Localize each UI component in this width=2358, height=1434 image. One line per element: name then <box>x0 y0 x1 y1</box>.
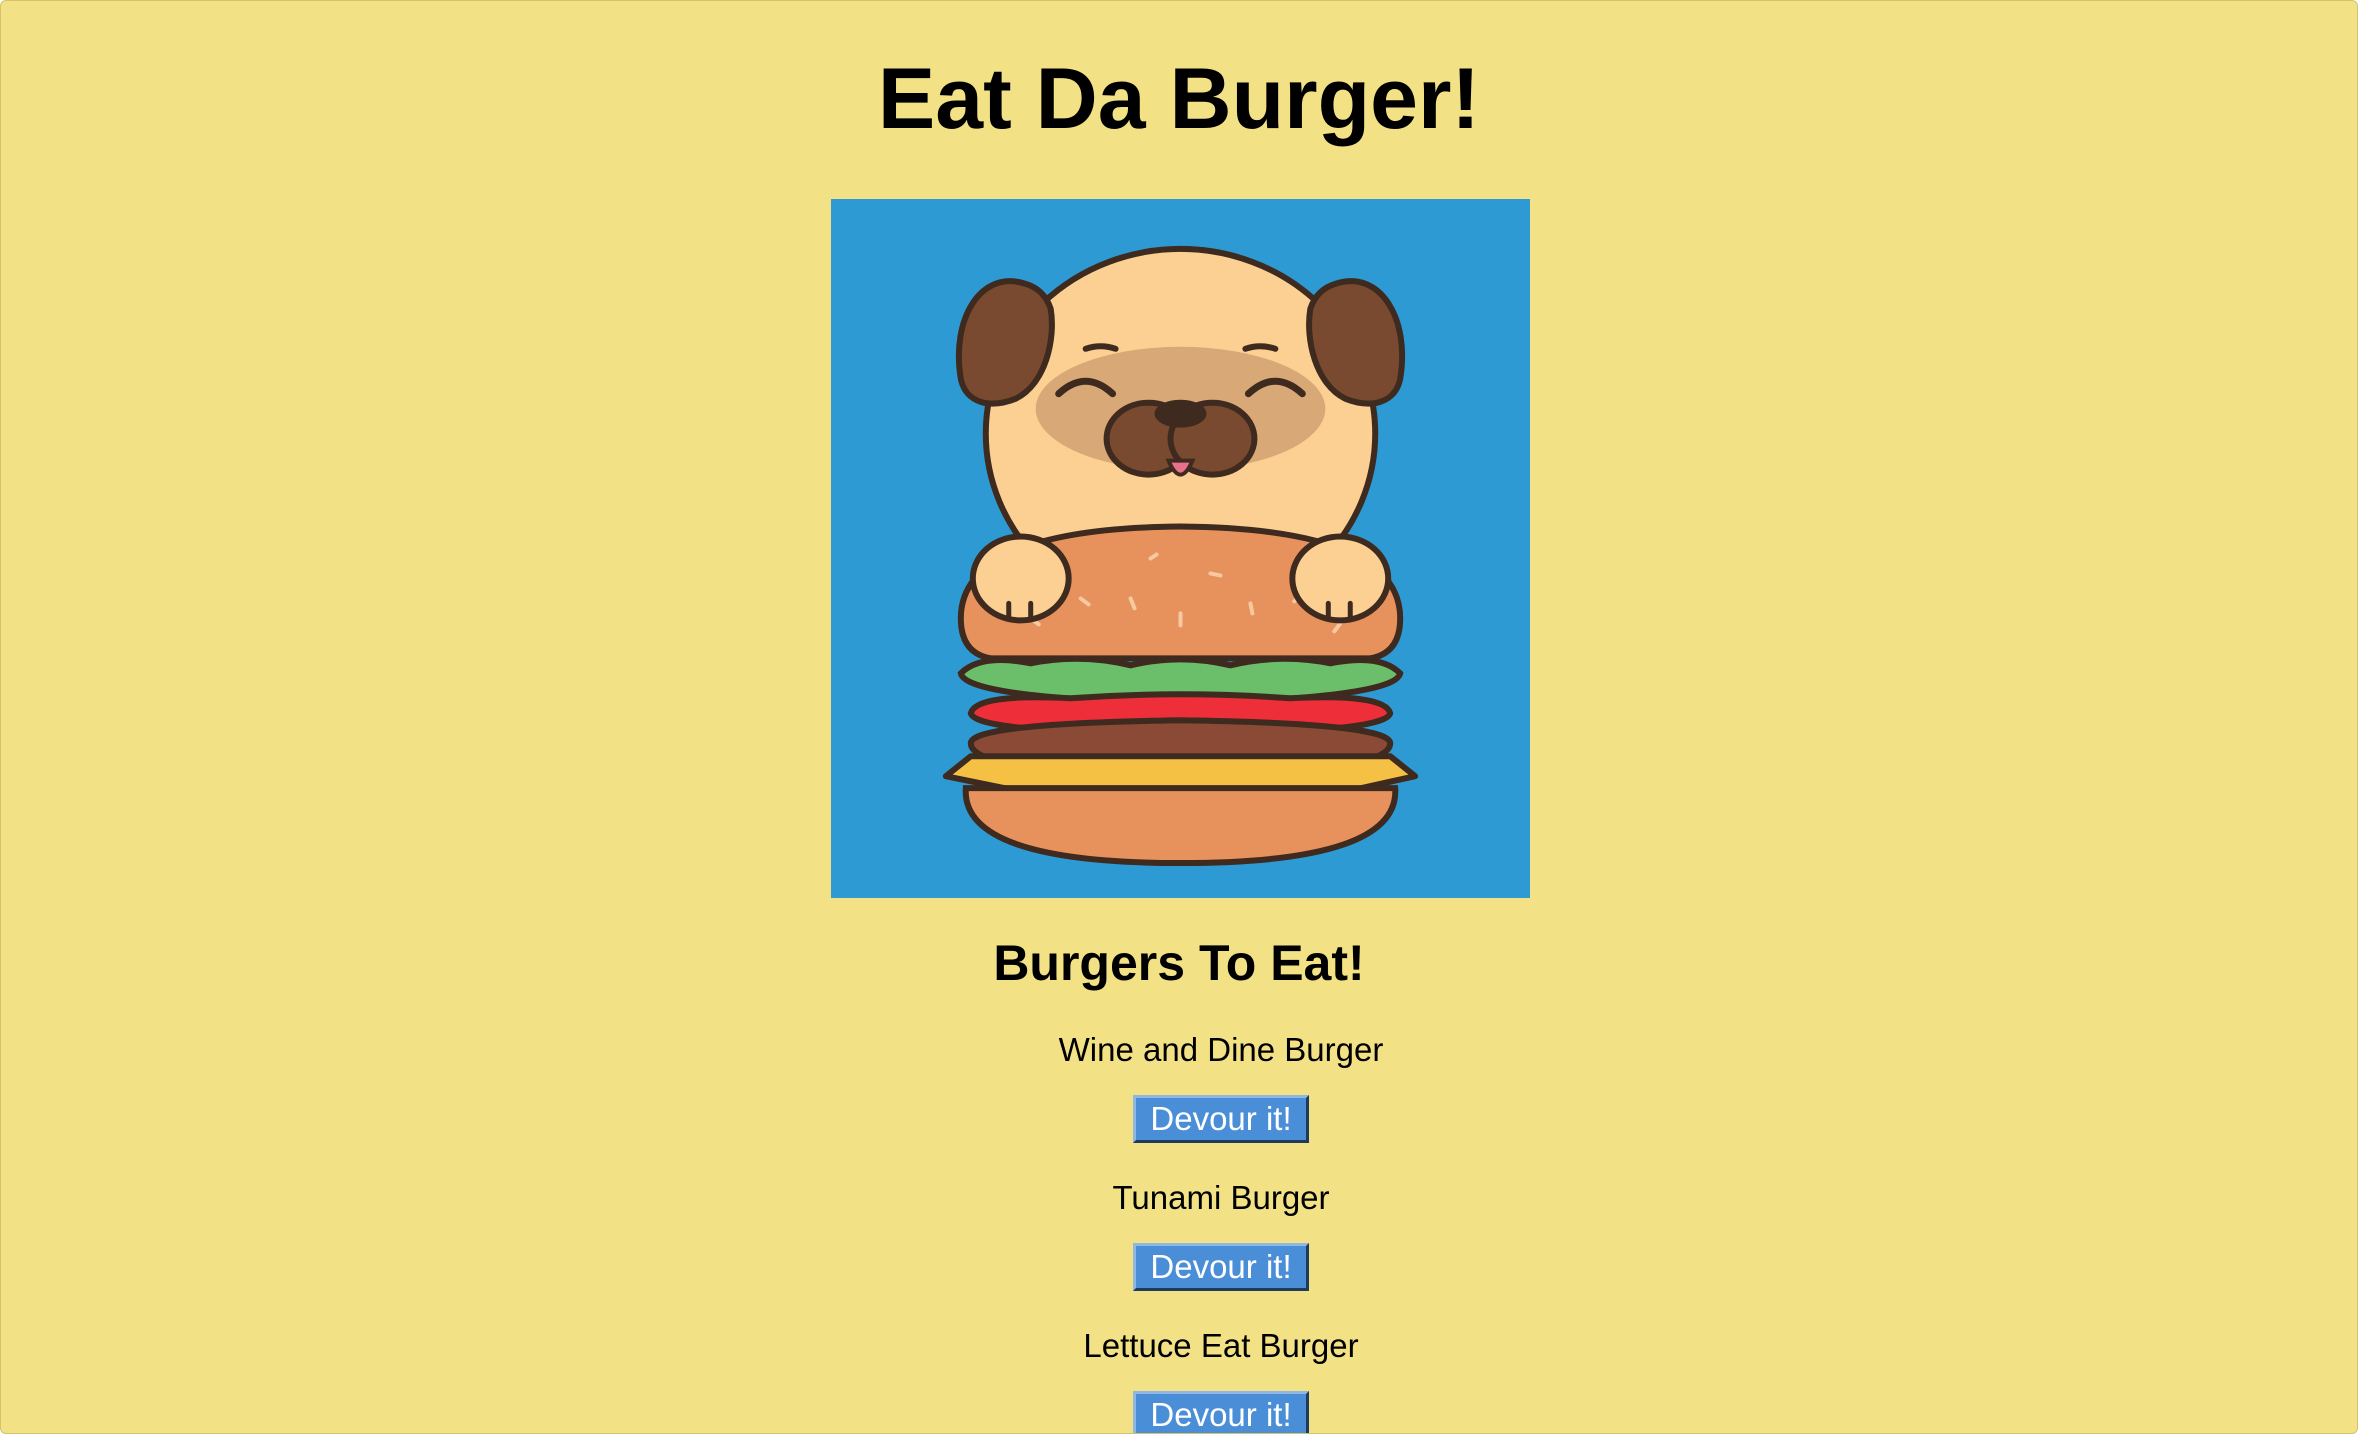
burger-name: Wine and Dine Burger <box>1058 1031 1384 1068</box>
devour-button[interactable]: Devour it! <box>1133 1095 1309 1143</box>
list-item: Lettuce Eat Burger Devour it! <box>1001 1317 1441 1433</box>
burger-name: Lettuce Eat Burger <box>1083 1327 1359 1364</box>
list-item: Wine and Dine Burger Devour it! <box>1001 1021 1441 1169</box>
page-title: Eat Da Burger! <box>877 51 1481 147</box>
section-title-burgers-to-eat: Burgers To Eat! <box>993 935 1365 991</box>
devour-button[interactable]: Devour it! <box>1133 1391 1309 1433</box>
list-item: Tunami Burger Devour it! <box>1001 1169 1441 1317</box>
pug-burger-image <box>831 199 1530 898</box>
page-frame: Eat Da Burger! Burgers To Eat! Wine and … <box>0 0 2358 1434</box>
burger-list: Wine and Dine Burger Devour it! Tunami B… <box>1001 1021 1441 1433</box>
devour-button[interactable]: Devour it! <box>1133 1243 1309 1291</box>
burger-name: Tunami Burger <box>1112 1179 1330 1216</box>
